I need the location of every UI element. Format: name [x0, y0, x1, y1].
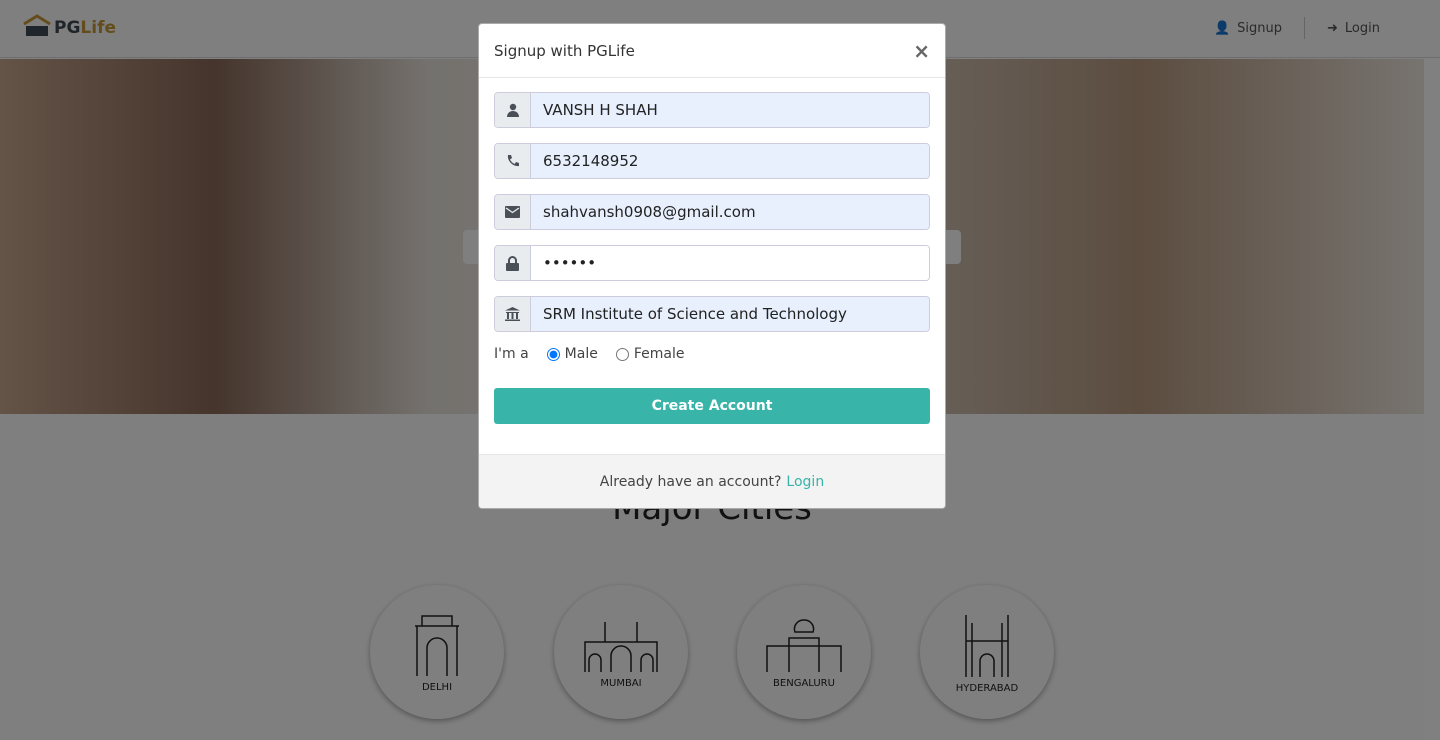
modal-header: Signup with PGLife × — [479, 24, 945, 78]
full-name-group — [494, 92, 930, 128]
modal-body: I'm a Male Female Create Account — [479, 78, 945, 424]
close-icon[interactable]: × — [913, 39, 930, 63]
login-link[interactable]: Login — [786, 474, 824, 490]
college-group — [494, 296, 930, 332]
gender-label: I'm a — [494, 346, 529, 362]
modal-footer: Already have an account? Login — [479, 454, 945, 508]
password-group — [494, 245, 930, 281]
phone-group — [494, 143, 930, 179]
email-input[interactable] — [531, 195, 929, 229]
envelope-icon — [495, 195, 531, 229]
modal-title: Signup with PGLife — [494, 41, 635, 60]
female-radio[interactable] — [615, 347, 629, 361]
signup-modal: Signup with PGLife × I'm a Male Female C… — [478, 23, 946, 509]
page-scrollbar[interactable] — [1424, 58, 1440, 740]
male-radio[interactable] — [546, 347, 560, 361]
create-account-button[interactable]: Create Account — [494, 388, 930, 424]
email-group — [494, 194, 930, 230]
phone-input[interactable] — [531, 144, 929, 178]
female-label: Female — [633, 346, 685, 362]
gender-male-option[interactable]: Male — [546, 346, 598, 362]
password-input[interactable] — [531, 246, 929, 280]
user-icon — [495, 93, 531, 127]
college-input[interactable] — [531, 297, 929, 331]
male-label: Male — [564, 346, 598, 362]
gender-female-option[interactable]: Female — [615, 346, 685, 362]
full-name-input[interactable] — [531, 93, 929, 127]
university-icon — [495, 297, 531, 331]
lock-icon — [495, 246, 531, 280]
footer-text: Already have an account? — [599, 473, 782, 490]
gender-radio-group: I'm a Male Female — [494, 343, 930, 365]
phone-icon — [495, 144, 531, 178]
